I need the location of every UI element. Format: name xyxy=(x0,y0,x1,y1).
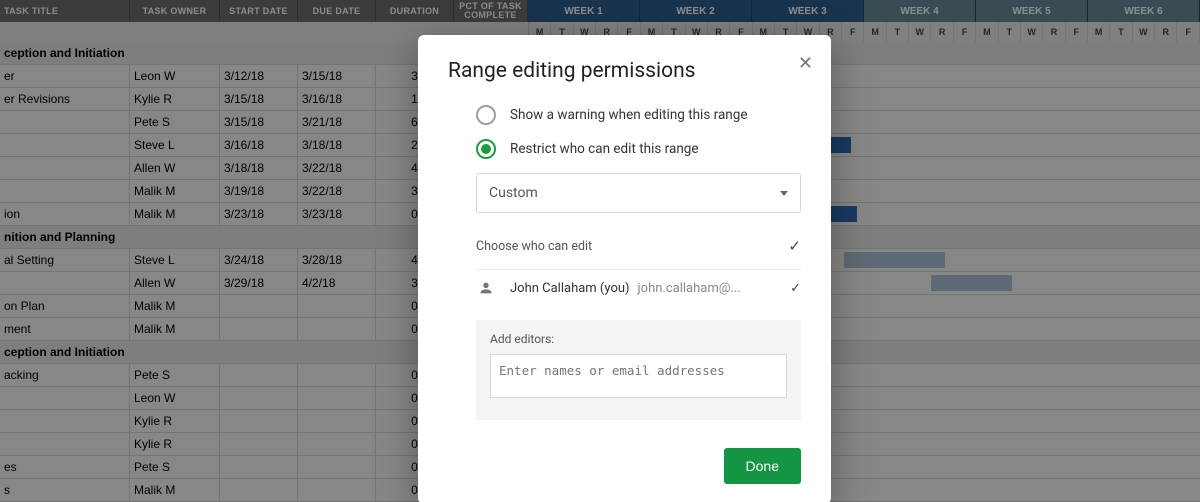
add-editors-box: Add editors: xyxy=(476,320,801,420)
dropdown-value: Custom xyxy=(489,185,538,201)
done-button[interactable]: Done xyxy=(724,448,801,484)
option-show-warning[interactable]: Show a warning when editing this range xyxy=(476,105,801,125)
app-root: TASK TITLE TASK OWNER START DATE DUE DAT… xyxy=(0,0,1200,502)
check-icon[interactable]: ✓ xyxy=(788,237,801,255)
editor-name: John Callaham (you) xyxy=(510,281,630,296)
add-editors-label: Add editors: xyxy=(490,332,787,346)
check-icon: ✓ xyxy=(790,281,801,296)
dialog-title: Range editing permissions xyxy=(448,59,801,83)
choose-who-label: Choose who can edit xyxy=(476,239,592,254)
close-icon[interactable]: ✕ xyxy=(798,53,813,74)
radio-selected-icon xyxy=(476,139,496,159)
editor-list-item[interactable]: John Callaham (you) john.callaham@... ✓ xyxy=(476,269,801,306)
editor-email: john.callaham@... xyxy=(638,281,741,296)
range-permissions-dialog: ✕ Range editing permissions Show a warni… xyxy=(418,35,831,502)
chevron-down-icon xyxy=(780,191,788,196)
restriction-dropdown[interactable]: Custom xyxy=(476,173,801,213)
radio-unselected-icon xyxy=(476,105,496,125)
add-editors-input[interactable] xyxy=(490,354,787,398)
option-restrict[interactable]: Restrict who can edit this range xyxy=(476,139,801,159)
person-icon xyxy=(476,278,496,298)
option-label: Show a warning when editing this range xyxy=(510,107,748,123)
option-label: Restrict who can edit this range xyxy=(510,141,699,157)
choose-who-label-row: Choose who can edit ✓ xyxy=(476,237,801,255)
